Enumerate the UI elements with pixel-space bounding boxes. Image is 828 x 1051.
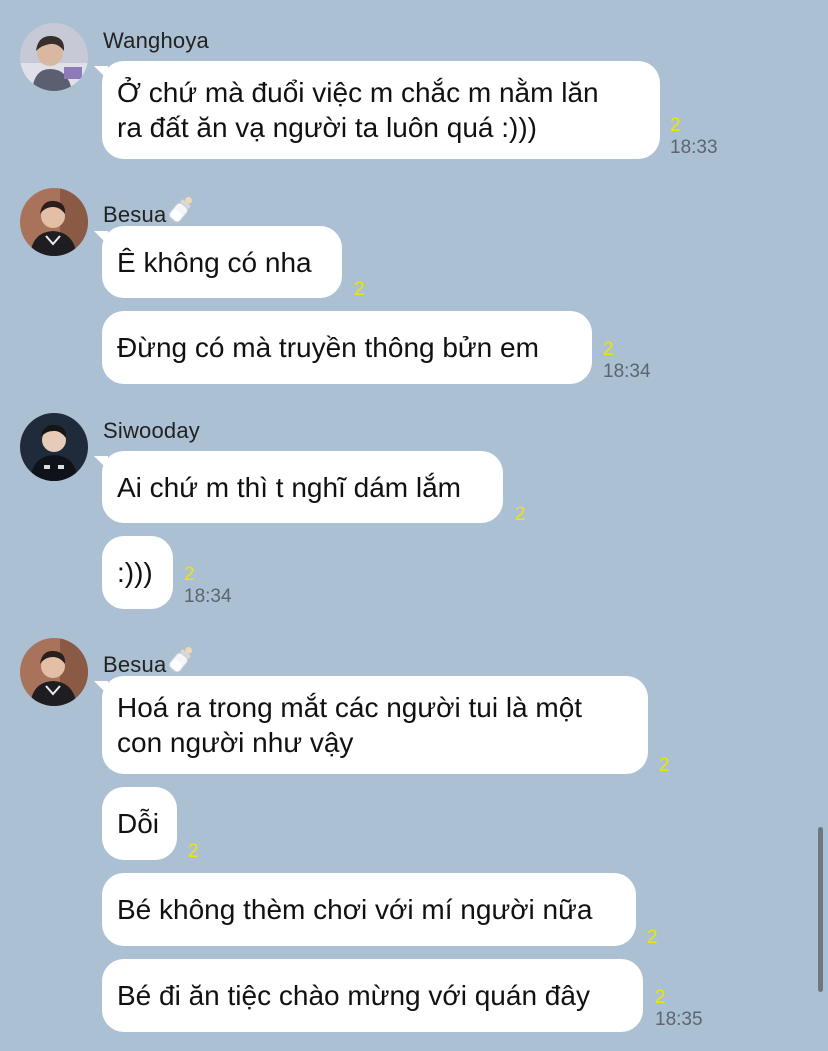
message-text: Đừng có mà truyền thông bửn em xyxy=(117,332,539,363)
message-meta: 2 18:35 xyxy=(655,987,703,1031)
message-meta: 2 xyxy=(188,841,199,863)
message-text: Bé đi ăn tiệc chào mừng với quán đây xyxy=(117,980,590,1011)
sender-name: Besua xyxy=(103,202,167,227)
read-count: 2 xyxy=(184,564,195,585)
scrollbar[interactable] xyxy=(818,827,823,992)
message-bubble[interactable]: :))) xyxy=(102,536,173,609)
message-bubble[interactable]: Ai chứ m thì t nghĩ dám lắm xyxy=(102,451,503,523)
sender-name: Besua xyxy=(103,652,167,677)
message-bubble[interactable]: Bé đi ăn tiệc chào mừng với quán đây xyxy=(102,959,643,1032)
read-count: 2 xyxy=(603,339,614,360)
message-meta: 2 18:34 xyxy=(603,339,651,383)
message-text: Ở chứ mà đuổi việc m chắc m nằm lăn xyxy=(117,77,599,108)
message-text: Ê không có nha xyxy=(117,246,312,278)
read-count: 2 xyxy=(188,841,199,862)
message-meta: 2 18:34 xyxy=(184,564,232,608)
message-bubble[interactable]: Bé không thèm chơi với mí người nữa xyxy=(102,873,636,946)
read-count: 2 xyxy=(647,927,658,948)
message-meta: 2 xyxy=(354,279,365,301)
message-bubble[interactable]: Ở chứ mà đuổi việc m chắc m nằm lăn ra đ… xyxy=(102,61,660,159)
message-bubble[interactable]: Đừng có mà truyền thông bửn em xyxy=(102,311,592,384)
message-text: Hoá ra trong mắt các người tui là một xyxy=(117,692,583,723)
message-meta: 2 xyxy=(659,755,670,777)
message-bubble[interactable]: Hoá ra trong mắt các người tui là một co… xyxy=(102,676,648,774)
message-text: Bé không thèm chơi với mí người nữa xyxy=(117,894,593,925)
message-text: ra đất ăn vạ người ta luôn quá :))) xyxy=(117,112,537,143)
message-bubble[interactable]: Ê không có nha xyxy=(102,226,342,298)
avatar-siwooday[interactable] xyxy=(20,413,88,481)
avatar-besua[interactable] xyxy=(20,638,88,706)
read-count: 2 xyxy=(655,987,666,1008)
message-text: Ai chứ m thì t nghĩ dám lắm xyxy=(117,471,461,503)
avatar-besua[interactable] xyxy=(20,188,88,256)
read-count: 2 xyxy=(659,755,670,776)
message-text: Dỗi xyxy=(117,808,160,839)
avatar-wanghoya[interactable] xyxy=(20,23,88,91)
read-count: 2 xyxy=(515,504,526,525)
timestamp: 18:34 xyxy=(184,586,232,607)
read-count: 2 xyxy=(354,279,365,300)
message-meta: 2 18:33 xyxy=(670,115,718,159)
sender-name: Wanghoya xyxy=(103,28,209,53)
timestamp: 18:33 xyxy=(670,137,718,158)
sender-name: Siwooday xyxy=(103,418,200,443)
message-text: con người như vậy xyxy=(117,727,354,758)
read-count: 2 xyxy=(670,115,681,136)
message-bubble[interactable]: Dỗi xyxy=(102,787,177,860)
message-meta: 2 xyxy=(647,927,658,949)
message-text: :))) xyxy=(117,557,153,588)
timestamp: 18:35 xyxy=(655,1009,703,1030)
timestamp: 18:34 xyxy=(603,361,651,382)
message-meta: 2 xyxy=(515,504,526,526)
